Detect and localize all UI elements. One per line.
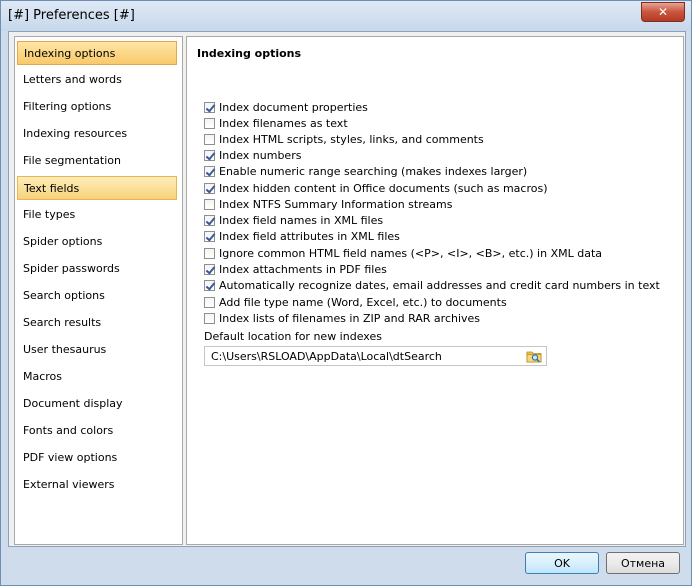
option-row[interactable]: Enable numeric range searching (makes in… [204,163,527,179]
option-checkbox[interactable] [204,101,215,113]
ok-button[interactable]: OK [525,552,599,574]
category-list: Indexing options Letters and words Filteri… [14,36,183,545]
option-checkbox[interactable] [204,198,215,210]
option-label: Index filenames as text [219,116,348,130]
option-checkbox[interactable] [204,230,215,242]
sidebar-item-external-viewers[interactable]: External viewers [17,473,177,497]
sidebar-item-file-types[interactable]: File types [17,203,177,227]
option-checkbox[interactable] [204,182,215,194]
option-row[interactable]: Index NTFS Summary Information streams [204,196,452,212]
option-checkbox[interactable] [204,263,215,275]
option-checkbox[interactable] [204,214,215,226]
sidebar-item-indexing-options[interactable]: Indexing options [17,41,177,65]
option-row[interactable]: Index attachments in PDF files [204,261,387,277]
sidebar-item-spider-options[interactable]: Spider options [17,230,177,254]
option-label: Add file type name (Word, Excel, etc.) t… [219,295,507,309]
option-label: Index document properties [219,100,368,114]
sidebar-item-user-thesaurus[interactable]: User thesaurus [17,338,177,362]
option-row[interactable]: Index field attributes in XML files [204,228,400,244]
default-location-value: C:\Users\RSLOAD\AppData\Local\dtSearch [211,350,442,363]
sidebar-item-spider-passwords[interactable]: Spider passwords [17,257,177,281]
option-row[interactable]: Index field names in XML files [204,212,383,228]
sidebar-item-letters-and-words[interactable]: Letters and words [17,68,177,92]
option-row[interactable]: Ignore common HTML field names (<P>, <I>… [204,245,602,261]
option-label: Enable numeric range searching (makes in… [219,164,528,178]
option-checkbox[interactable] [204,149,215,161]
option-checkbox[interactable] [204,279,215,291]
window-title: [#] Preferences [#] [8,8,135,23]
default-location-label: Default location for new indexes [204,330,382,343]
option-row[interactable]: Index HTML scripts, styles, links, and c… [204,131,484,147]
sidebar-item-text-fields[interactable]: Text fields [17,176,177,200]
option-row[interactable]: Index numbers [204,147,301,163]
sidebar-item-macros[interactable]: Macros [17,365,177,389]
preferences-window: [#] Preferences [#] ✕ Indexing options Le… [0,0,692,586]
title-bar[interactable]: [#] Preferences [#] ✕ [1,1,691,31]
dialog-client-area: Indexing options Letters and words Filteri… [8,31,686,547]
default-location-field[interactable]: C:\Users\RSLOAD\AppData\Local\dtSearch [204,346,547,366]
option-label: Index field names in XML files [219,213,384,227]
option-label: Index HTML scripts, styles, links, and c… [219,132,484,146]
options-panel: Indexing options Index document properti… [186,36,684,545]
option-checkbox[interactable] [204,247,215,259]
option-checkbox[interactable] [204,312,215,324]
option-row[interactable]: Add file type name (Word, Excel, etc.) t… [204,294,507,310]
sidebar-item-filtering-options[interactable]: Filtering options [17,95,177,119]
sidebar-item-search-results[interactable]: Search results [17,311,177,335]
option-row[interactable]: Index document properties [204,99,368,115]
option-label: Index NTFS Summary Information streams [219,197,453,211]
sidebar-item-indexing-resources[interactable]: Indexing resources [17,122,177,146]
folder-search-icon[interactable] [526,349,542,363]
sidebar-item-fonts-and-colors[interactable]: Fonts and colors [17,419,177,443]
sidebar-item-search-options[interactable]: Search options [17,284,177,308]
option-checkbox[interactable] [204,117,215,129]
option-row[interactable]: Index hidden content in Office documents… [204,180,548,196]
option-checkbox[interactable] [204,296,215,308]
sidebar-item-file-segmentation[interactable]: File segmentation [17,149,177,173]
sidebar-item-pdf-view-options[interactable]: PDF view options [17,446,177,470]
option-row[interactable]: Automatically recognize dates, email add… [204,277,660,293]
option-label: Index attachments in PDF files [219,262,387,276]
sidebar-item-document-display[interactable]: Document display [17,392,177,416]
option-checkbox[interactable] [204,165,215,177]
close-icon: ✕ [657,5,669,19]
option-label: Index field attributes in XML files [219,229,400,243]
option-label: Index hidden content in Office documents… [219,181,548,195]
option-checkbox[interactable] [204,133,215,145]
option-label: Automatically recognize dates, email add… [219,278,660,292]
option-label: Index numbers [219,148,302,162]
cancel-button[interactable]: Отмена [606,552,680,574]
panel-title: Indexing options [197,47,302,60]
close-button[interactable]: ✕ [641,2,685,22]
option-row[interactable]: Index filenames as text [204,115,348,131]
option-row[interactable]: Index lists of filenames in ZIP and RAR … [204,310,480,326]
option-label: Ignore common HTML field names (<P>, <I>… [219,246,603,260]
option-label: Index lists of filenames in ZIP and RAR … [219,311,481,325]
